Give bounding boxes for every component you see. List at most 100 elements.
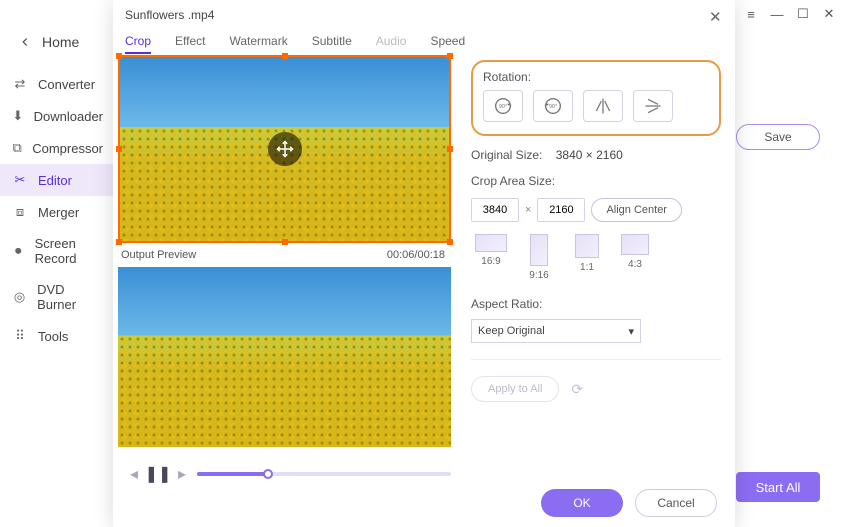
pause-icon[interactable]: ❚❚: [149, 465, 167, 483]
seek-bar[interactable]: [197, 472, 451, 476]
crop-handle[interactable]: [282, 53, 288, 59]
output-preview-label: Output Preview: [121, 249, 196, 261]
dvd-icon: ◎: [12, 289, 27, 305]
sidebar-item-label: Tools: [38, 329, 68, 344]
back-icon: [18, 35, 32, 49]
sidebar-item-converter[interactable]: ⇄ Converter: [0, 68, 115, 100]
save-button[interactable]: Save: [736, 124, 820, 150]
sidebar-item-label: Screen Record: [35, 236, 103, 266]
sidebar-item-tools[interactable]: ⠿ Tools: [0, 320, 115, 352]
tab-subtitle[interactable]: Subtitle: [312, 34, 352, 54]
maximize-icon[interactable]: ☐: [796, 7, 810, 21]
crop-handle[interactable]: [116, 146, 122, 152]
rotate-cw-button[interactable]: 90°: [483, 90, 523, 122]
sidebar-item-label: DVD Burner: [37, 282, 103, 312]
playback-controls: ◂ ❚❚ ▸: [125, 465, 451, 483]
output-preview: [118, 267, 451, 447]
tab-audio: Audio: [376, 34, 407, 54]
ratio-label: 9:16: [529, 270, 548, 281]
sidebar-item-screen-record[interactable]: ⏺ Screen Record: [0, 228, 115, 274]
chevron-down-icon: ▾: [628, 325, 634, 338]
crop-height-input[interactable]: [537, 198, 585, 222]
editor-window: Sunflowers .mp4 ✕ Crop Effect Watermark …: [113, 0, 735, 527]
tab-speed[interactable]: Speed: [430, 34, 465, 54]
aspect-ratio-label: Aspect Ratio:: [471, 297, 721, 311]
crop-handle[interactable]: [447, 146, 453, 152]
downloader-icon: ⬇: [12, 108, 24, 124]
compressor-icon: ⧉: [12, 140, 22, 156]
tab-effect[interactable]: Effect: [175, 34, 205, 54]
ratio-1-1[interactable]: 1:1: [567, 234, 607, 281]
svg-text:90°: 90°: [549, 104, 557, 110]
ratio-label: 4:3: [628, 259, 642, 270]
flip-horizontal-button[interactable]: [583, 90, 623, 122]
original-size-value: 3840 × 2160: [556, 148, 623, 162]
ratio-9-16[interactable]: 9:16: [519, 234, 559, 281]
time-display: 00:06/00:18: [387, 249, 445, 261]
ratio-icon: [530, 234, 548, 266]
sidebar-item-merger[interactable]: ⧈ Merger: [0, 196, 115, 228]
merger-icon: ⧈: [12, 204, 28, 220]
crop-width-input[interactable]: [471, 198, 519, 222]
refresh-icon[interactable]: ⟳: [571, 381, 583, 398]
sidebar-item-downloader[interactable]: ⬇ Downloader: [0, 100, 115, 132]
ratio-icon: [621, 234, 649, 255]
seek-fill: [197, 472, 268, 476]
prev-frame-icon[interactable]: ◂: [125, 465, 143, 483]
move-handle-icon[interactable]: [268, 132, 302, 166]
sidebar-item-editor[interactable]: ✂ Editor: [0, 164, 115, 196]
sidebar-item-label: Converter: [38, 77, 95, 92]
back-home[interactable]: Home: [0, 30, 115, 68]
converter-icon: ⇄: [12, 76, 28, 92]
sidebar-item-label: Compressor: [32, 141, 103, 156]
sidebar-item-label: Downloader: [34, 109, 103, 124]
rotation-label: Rotation:: [483, 70, 709, 84]
rotation-group: Rotation: 90° 90°: [471, 60, 721, 136]
ratio-label: 16:9: [481, 256, 500, 267]
editor-tabs: Crop Effect Watermark Subtitle Audio Spe…: [125, 34, 465, 54]
crop-handle[interactable]: [447, 239, 453, 245]
editor-icon: ✂: [12, 172, 28, 188]
tab-watermark[interactable]: Watermark: [229, 34, 287, 54]
flip-vertical-button[interactable]: [633, 90, 673, 122]
ratio-icon: [575, 234, 599, 258]
record-icon: ⏺: [12, 243, 25, 259]
seek-thumb[interactable]: [263, 469, 273, 479]
ok-button[interactable]: OK: [541, 489, 623, 517]
start-all-button[interactable]: Start All: [736, 472, 820, 502]
apply-to-all-button[interactable]: Apply to All: [471, 376, 559, 402]
ratio-16-9[interactable]: 16:9: [471, 234, 511, 281]
ratio-icon: [475, 234, 507, 252]
sidebar-item-label: Editor: [38, 173, 72, 188]
crop-handle[interactable]: [116, 53, 122, 59]
ratio-4-3[interactable]: 4:3: [615, 234, 655, 281]
next-frame-icon[interactable]: ▸: [173, 465, 191, 483]
ratio-label: 1:1: [580, 262, 594, 273]
crop-handle[interactable]: [116, 239, 122, 245]
align-center-button[interactable]: Align Center: [591, 198, 682, 222]
menu-icon[interactable]: ≡: [744, 7, 758, 21]
rotate-ccw-button[interactable]: 90°: [533, 90, 573, 122]
sidebar-item-label: Merger: [38, 205, 79, 220]
divider: [471, 359, 721, 360]
close-editor-icon[interactable]: ✕: [709, 8, 723, 22]
sidebar-item-compressor[interactable]: ⧉ Compressor: [0, 132, 115, 164]
crop-area-label: Crop Area Size:: [471, 174, 721, 188]
cancel-button[interactable]: Cancel: [635, 489, 717, 517]
home-label: Home: [42, 34, 79, 50]
crop-preview[interactable]: [118, 55, 451, 243]
tab-crop[interactable]: Crop: [125, 34, 151, 54]
aspect-ratio-value: Keep Original: [478, 325, 545, 337]
svg-text:90°: 90°: [499, 104, 507, 110]
tools-icon: ⠿: [12, 328, 28, 344]
crop-handle[interactable]: [447, 53, 453, 59]
times-symbol: ×: [525, 204, 531, 216]
sidebar: Home ⇄Converter ⬇Downloader ⧉Compressor …: [0, 0, 115, 527]
original-size-label: Original Size:: [471, 148, 542, 162]
editor-title: Sunflowers .mp4: [125, 8, 214, 22]
sidebar-item-dvd-burner[interactable]: ◎ DVD Burner: [0, 274, 115, 320]
aspect-ratio-select[interactable]: Keep Original ▾: [471, 319, 641, 343]
crop-handle[interactable]: [282, 239, 288, 245]
close-main-icon[interactable]: ✕: [822, 7, 836, 21]
minimize-icon[interactable]: —: [770, 7, 784, 21]
